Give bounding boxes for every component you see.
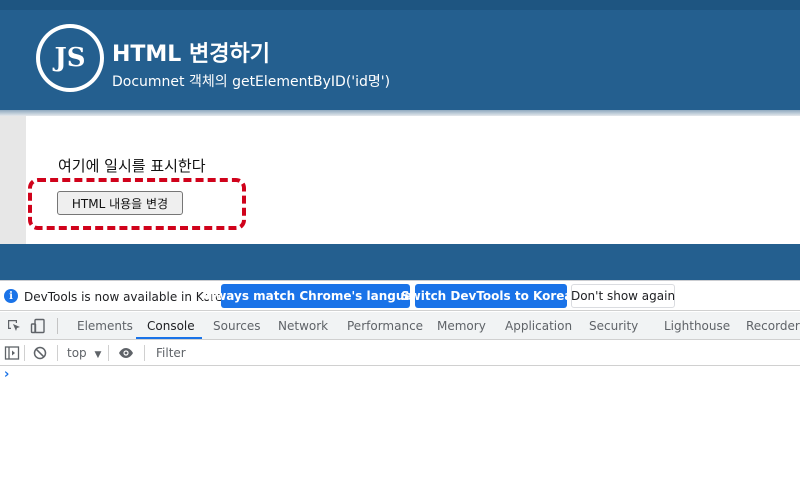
browser-page: JS HTML 변경하기 Documnet 객체의 getElementByID… [0, 0, 800, 500]
change-html-button[interactable]: HTML 내용을 변경 [57, 191, 183, 215]
js-logo-text: JS [40, 28, 100, 88]
devtools-tabbar: Elements Console Sources Network Perform… [0, 312, 800, 340]
page-title: HTML 변경하기 [112, 42, 270, 67]
context-selector-value: top [67, 346, 87, 360]
tab-memory[interactable]: Memory [437, 319, 486, 333]
tab-sources[interactable]: Sources [213, 319, 260, 333]
footer-gutter [0, 244, 26, 280]
device-toolbar-icon[interactable] [30, 318, 46, 334]
devtools-panel: i DevTools is now available in Korean! A… [0, 280, 800, 500]
dont-show-again-button[interactable]: Don't show again [571, 284, 675, 308]
tab-performance[interactable]: Performance [347, 319, 423, 333]
console-prompt[interactable]: › [4, 367, 9, 382]
info-icon: i [4, 289, 18, 303]
context-selector[interactable]: top ▼ [67, 346, 101, 360]
switch-to-korean-button[interactable]: Switch DevTools to Korean [401, 284, 581, 308]
tab-lighthouse[interactable]: Lighthouse [664, 319, 730, 333]
tab-network[interactable]: Network [278, 319, 328, 333]
sidebar-toggle-icon[interactable] [4, 345, 20, 361]
console-toolbar: top ▼ [0, 340, 800, 366]
clear-console-icon[interactable] [32, 345, 48, 361]
tabbar-separator [57, 318, 58, 334]
toolbar-separator [108, 345, 109, 361]
toolbar-separator [57, 345, 58, 361]
header-top-strip [0, 0, 800, 10]
eye-icon[interactable] [118, 345, 134, 361]
js-logo: JS [36, 24, 104, 92]
left-gutter [0, 116, 26, 244]
dropdown-caret-icon: ▼ [94, 350, 102, 360]
page-footer-band [26, 244, 800, 280]
tab-console[interactable]: Console [147, 319, 195, 333]
active-tab-indicator [136, 337, 202, 339]
tab-application[interactable]: Application [505, 319, 572, 333]
toolbar-separator [144, 345, 145, 361]
tab-recorder[interactable]: Recorder [746, 319, 800, 333]
toolbar-separator [24, 345, 25, 361]
datetime-display-text: 여기에 일시를 표시한다 [58, 157, 206, 175]
page-header: JS HTML 변경하기 Documnet 객체의 getElementByID… [0, 0, 800, 112]
tab-security[interactable]: Security [589, 319, 638, 333]
inspect-element-icon[interactable] [6, 318, 22, 334]
always-match-language-button[interactable]: Always match Chrome's language [202, 284, 429, 308]
devtools-language-infobar: i DevTools is now available in Korean! A… [0, 281, 800, 311]
page-subtitle: Documnet 객체의 getElementByID('id명') [112, 74, 391, 90]
tab-elements[interactable]: Elements [77, 319, 133, 333]
console-filter-input[interactable] [152, 343, 792, 363]
